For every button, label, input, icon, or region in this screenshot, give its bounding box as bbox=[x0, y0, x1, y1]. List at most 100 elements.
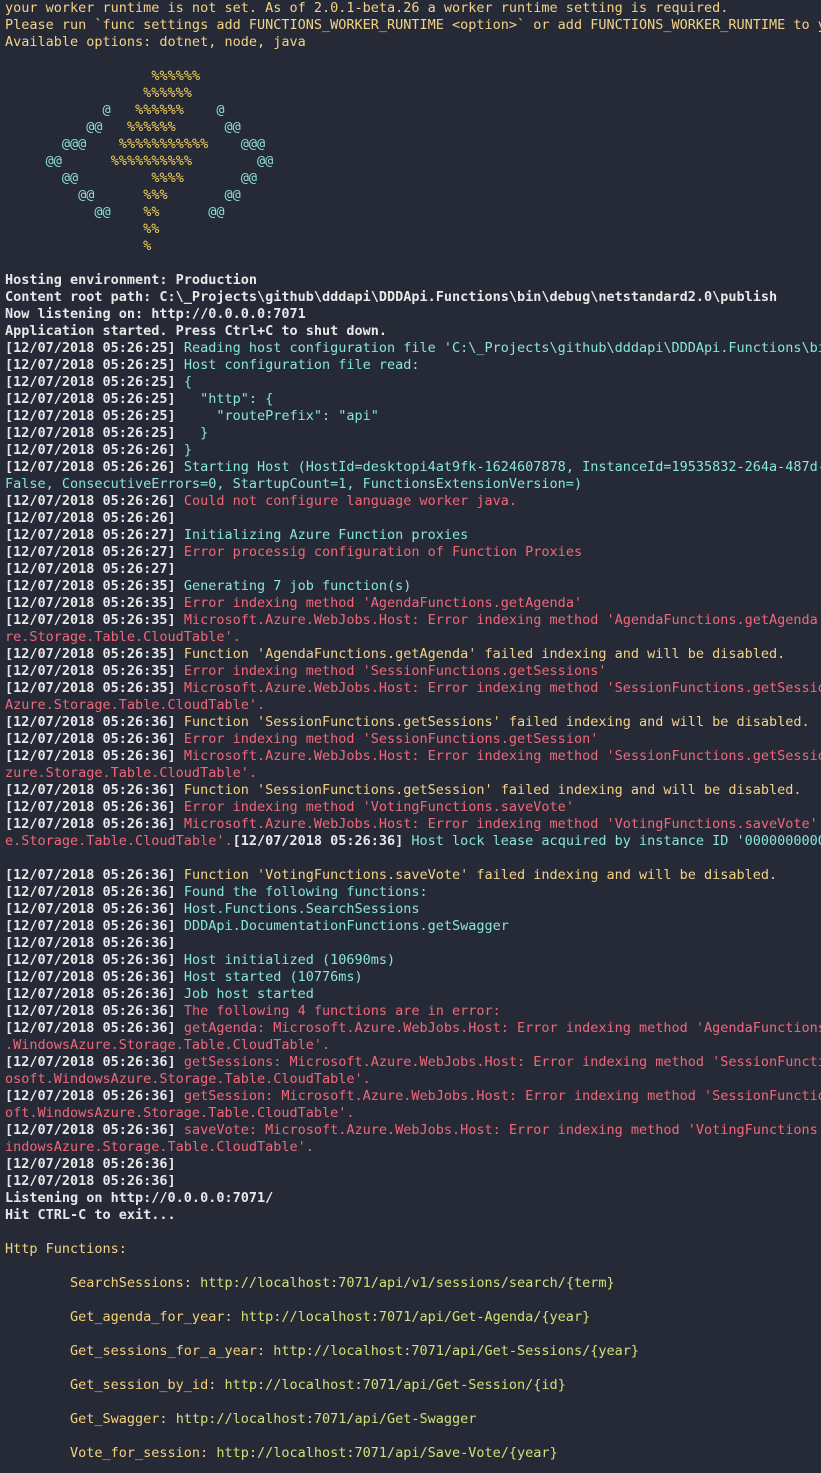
terminal-line: zure.Storage.Table.CloudTable'. bbox=[5, 765, 821, 782]
terminal-line: [12/07/2018 05:26:35] Microsoft.Azure.We… bbox=[5, 612, 821, 629]
terminal-text: Host.Functions.SearchSessions bbox=[183, 901, 420, 917]
terminal-text: @ bbox=[102, 102, 111, 118]
terminal-line: [12/07/2018 05:26:36] Host started (1077… bbox=[5, 969, 821, 986]
terminal-line: [12/07/2018 05:26:26] } bbox=[5, 442, 821, 459]
terminal-text: %%%% bbox=[151, 170, 184, 186]
terminal-text: [12/07/2018 05:26:25] bbox=[5, 357, 184, 373]
terminal-text: @ bbox=[216, 102, 225, 118]
terminal-line: [12/07/2018 05:26:36] Job host started bbox=[5, 986, 821, 1003]
terminal-text: %%%%%%%%%%% bbox=[118, 136, 209, 152]
terminal-text: [12/07/2018 05:26:36] bbox=[5, 714, 184, 730]
terminal-text: @@ bbox=[86, 119, 103, 135]
terminal-text: [12/07/2018 05:26:36] bbox=[5, 1122, 184, 1138]
terminal-text: [12/07/2018 05:26:36] bbox=[232, 833, 412, 849]
terminal-line: Hosting environment: Production bbox=[5, 272, 821, 289]
terminal-text: [12/07/2018 05:26:27] bbox=[5, 527, 184, 543]
terminal-line: [12/07/2018 05:26:36] Host initialized (… bbox=[5, 952, 821, 969]
terminal-text: Host initialized (10690ms) bbox=[183, 952, 396, 968]
terminal-text: [12/07/2018 05:26:26] bbox=[5, 510, 176, 526]
terminal-text: http://localhost:7071/api/Save-Vote/{yea… bbox=[216, 1445, 558, 1461]
terminal-text: Could not configure language worker java… bbox=[183, 493, 518, 509]
terminal-text: Please run `func settings add FUNCTIONS_… bbox=[5, 17, 821, 33]
terminal-text: [12/07/2018 05:26:25] bbox=[5, 408, 184, 424]
terminal-line: [12/07/2018 05:26:36] getAgenda: Microso… bbox=[5, 1020, 821, 1037]
terminal-text: Listening on http://0.0.0.0:7071/ bbox=[5, 1190, 274, 1206]
terminal-text: saveVote: Microsoft.Azure.WebJobs.Host: … bbox=[183, 1122, 821, 1138]
terminal-line: % bbox=[5, 238, 821, 255]
terminal-line: [12/07/2018 05:26:25] } bbox=[5, 425, 821, 442]
terminal-line: Available options: dotnet, node, java bbox=[5, 34, 821, 51]
terminal-line: %%%%%% bbox=[5, 85, 821, 102]
terminal-text: Now listening on: http://0.0.0.0:7071 bbox=[5, 306, 306, 322]
terminal-text: [12/07/2018 05:26:26] bbox=[5, 493, 184, 509]
terminal-text: http://localhost:7071/api/v1/sessions/se… bbox=[200, 1275, 615, 1291]
terminal-text: @@ bbox=[224, 119, 241, 135]
terminal-line: Get_Swagger: http://localhost:7071/api/G… bbox=[5, 1411, 821, 1428]
terminal-line: @@ %%%% @@ bbox=[5, 170, 821, 187]
terminal-text: @@ bbox=[257, 153, 274, 169]
terminal-line: [12/07/2018 05:26:36] Microsoft.Azure.We… bbox=[5, 748, 821, 765]
terminal-text: oft.WindowsAzure.Storage.Table.CloudTabl… bbox=[5, 1105, 355, 1121]
terminal-text: Get_session_by_id: bbox=[5, 1377, 225, 1393]
terminal-text: e.Storage.Table.CloudTable'. bbox=[5, 833, 233, 849]
terminal-text: your worker runtime is not set. As of 2.… bbox=[5, 0, 729, 16]
terminal-text: osoft.WindowsAzure.Storage.Table.CloudTa… bbox=[5, 1071, 371, 1087]
terminal-text: SearchSessions: bbox=[5, 1275, 201, 1291]
terminal-text: http://localhost:7071/api/Get-Agenda/{ye… bbox=[240, 1309, 591, 1325]
terminal-text: Function 'SessionFunctions.getSessions' … bbox=[183, 714, 810, 730]
terminal-text: Microsoft.Azure.WebJobs.Host: Error inde… bbox=[183, 748, 821, 764]
terminal-window[interactable]: your worker runtime is not set. As of 2.… bbox=[0, 0, 821, 1473]
terminal-text: [12/07/2018 05:26:36] bbox=[5, 816, 184, 832]
terminal-text: Host configuration file read: bbox=[183, 357, 420, 373]
terminal-line: [12/07/2018 05:26:36] bbox=[5, 935, 821, 952]
terminal-line: oft.WindowsAzure.Storage.Table.CloudTabl… bbox=[5, 1105, 821, 1122]
terminal-line: [12/07/2018 05:26:35] Microsoft.Azure.We… bbox=[5, 680, 821, 697]
terminal-line: @@ %%% @@ bbox=[5, 187, 821, 204]
terminal-text: indowsAzure.Storage.Table.CloudTable'. bbox=[5, 1139, 314, 1155]
terminal-text: } bbox=[183, 442, 192, 458]
terminal-line: [12/07/2018 05:26:27] bbox=[5, 561, 821, 578]
terminal-line: [12/07/2018 05:26:36] Microsoft.Azure.We… bbox=[5, 816, 821, 833]
terminal-text: Microsoft.Azure.WebJobs.Host: Error inde… bbox=[183, 680, 821, 696]
terminal-line: @@ %% @@ bbox=[5, 204, 821, 221]
terminal-line: [12/07/2018 05:26:36] Found the followin… bbox=[5, 884, 821, 901]
terminal-text: [12/07/2018 05:26:25] bbox=[5, 340, 184, 356]
terminal-text: [12/07/2018 05:26:36] bbox=[5, 782, 184, 798]
terminal-line: re.Storage.Table.CloudTable'. bbox=[5, 629, 821, 646]
terminal-text: %% bbox=[143, 221, 160, 237]
terminal-text: Get_sessions_for_a_year: bbox=[5, 1343, 274, 1359]
terminal-text: %% bbox=[143, 204, 160, 220]
terminal-text: [12/07/2018 05:26:36] bbox=[5, 748, 184, 764]
terminal-text: http://localhost:7071/api/Get-Sessions/{… bbox=[273, 1343, 639, 1359]
terminal-text: Hit CTRL-C to exit... bbox=[5, 1207, 176, 1223]
terminal-text: @@ bbox=[240, 170, 258, 186]
terminal-line: Listening on http://0.0.0.0:7071/ bbox=[5, 1190, 821, 1207]
terminal-text: Job host started bbox=[183, 986, 314, 1002]
terminal-line: [12/07/2018 05:26:35] Function 'AgendaFu… bbox=[5, 646, 821, 663]
terminal-text: "http": { bbox=[183, 391, 274, 407]
terminal-text: Http Functions: bbox=[5, 1241, 127, 1257]
terminal-text: getSession: Microsoft.Azure.WebJobs.Host… bbox=[183, 1088, 821, 1104]
terminal-text: %%%%%% bbox=[143, 85, 192, 101]
terminal-line: [12/07/2018 05:26:35] Generating 7 job f… bbox=[5, 578, 821, 595]
terminal-line: Now listening on: http://0.0.0.0:7071 bbox=[5, 306, 821, 323]
terminal-line: %% bbox=[5, 221, 821, 238]
terminal-line: [12/07/2018 05:26:27] Error processig co… bbox=[5, 544, 821, 561]
terminal-text: [12/07/2018 05:26:36] bbox=[5, 952, 184, 968]
